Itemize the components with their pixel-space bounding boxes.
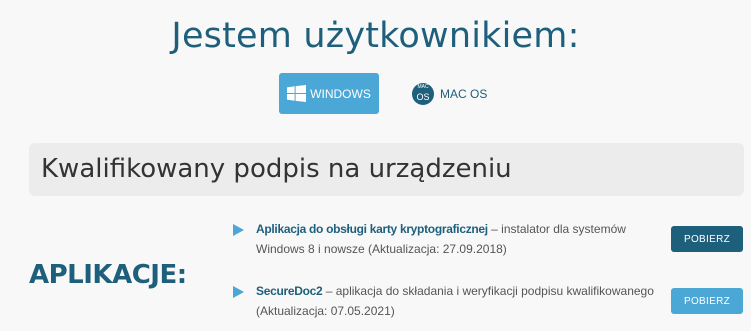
tab-mac-os-label: MAC OS bbox=[440, 86, 488, 101]
section-header: Kwalifikowany podpis na urządzeniu bbox=[29, 143, 744, 196]
app-name-link[interactable]: SecureDoc2 bbox=[256, 284, 323, 298]
apps-label: APLIKACJE: bbox=[29, 260, 187, 290]
mac-os-icon-small-text: mac bbox=[417, 83, 429, 90]
mac-os-icon-text: OS bbox=[416, 91, 430, 102]
download-button[interactable]: POBIERZ bbox=[671, 288, 743, 314]
mac-os-icon: mac OS bbox=[412, 82, 434, 105]
tab-mac-os[interactable]: mac OS MAC OS bbox=[412, 73, 522, 114]
download-button[interactable]: POBIERZ bbox=[671, 226, 743, 252]
section-title: Kwalifikowany podpis na urządzeniu bbox=[41, 154, 512, 184]
app-description: Aplikacja do obsługi karty kryptograficz… bbox=[256, 219, 666, 259]
windows-icon bbox=[287, 85, 307, 102]
page-heading: Jestem użytkownikiem: bbox=[171, 16, 580, 56]
arrow-right-icon bbox=[233, 224, 244, 236]
arrow-right-icon bbox=[233, 286, 244, 298]
tab-windows[interactable]: WINDOWS bbox=[279, 73, 379, 114]
download-page: Jestem użytkownikiem: WINDOWS mac OS MAC… bbox=[0, 0, 751, 331]
app-name-link[interactable]: Aplikacja do obsługi karty kryptograficz… bbox=[256, 222, 488, 236]
tab-windows-label: WINDOWS bbox=[310, 86, 371, 101]
app-description: SecureDoc2 – aplikacja do składania i we… bbox=[256, 281, 666, 321]
